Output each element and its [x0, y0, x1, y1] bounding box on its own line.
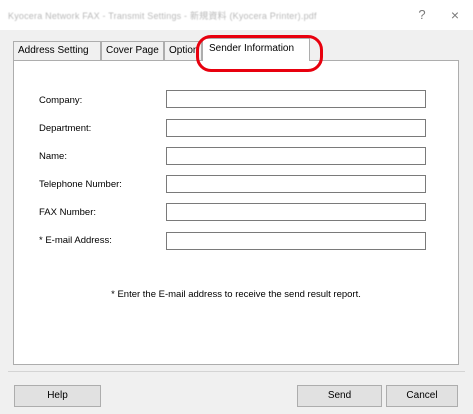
help-button[interactable]: Help	[14, 385, 101, 407]
cancel-button[interactable]: Cancel	[386, 385, 458, 407]
department-label: Department:	[39, 123, 92, 134]
email-address-label: * E-mail Address:	[39, 235, 112, 246]
email-address-input[interactable]	[166, 232, 426, 250]
sender-information-panel: Company: Department: Name: Telephone Num…	[13, 60, 459, 365]
window-title: Kyocera Network FAX - Transmit Settings …	[8, 11, 317, 21]
help-icon[interactable]: ?	[411, 5, 433, 25]
tab-cover-page[interactable]: Cover Page	[101, 41, 164, 60]
tab-address-setting[interactable]: Address Setting	[13, 41, 101, 60]
dialog-body: Address Setting Cover Page Option Sender…	[0, 30, 473, 414]
name-label: Name:	[39, 151, 67, 162]
email-note: * Enter the E-mail address to receive th…	[111, 289, 361, 300]
close-icon[interactable]: ×	[444, 5, 466, 25]
separator	[8, 371, 465, 372]
tab-sender-information[interactable]: Sender Information	[202, 38, 310, 61]
title-bar: Kyocera Network FAX - Transmit Settings …	[0, 0, 473, 30]
company-input[interactable]	[166, 90, 426, 108]
company-label: Company:	[39, 95, 83, 106]
name-input[interactable]	[166, 147, 426, 165]
fax-number-input[interactable]	[166, 203, 426, 221]
tab-option[interactable]: Option	[164, 41, 202, 60]
department-input[interactable]	[166, 119, 426, 137]
send-button[interactable]: Send	[297, 385, 382, 407]
telephone-number-label: Telephone Number:	[39, 179, 122, 190]
fax-number-label: FAX Number:	[39, 207, 97, 218]
telephone-number-input[interactable]	[166, 175, 426, 193]
